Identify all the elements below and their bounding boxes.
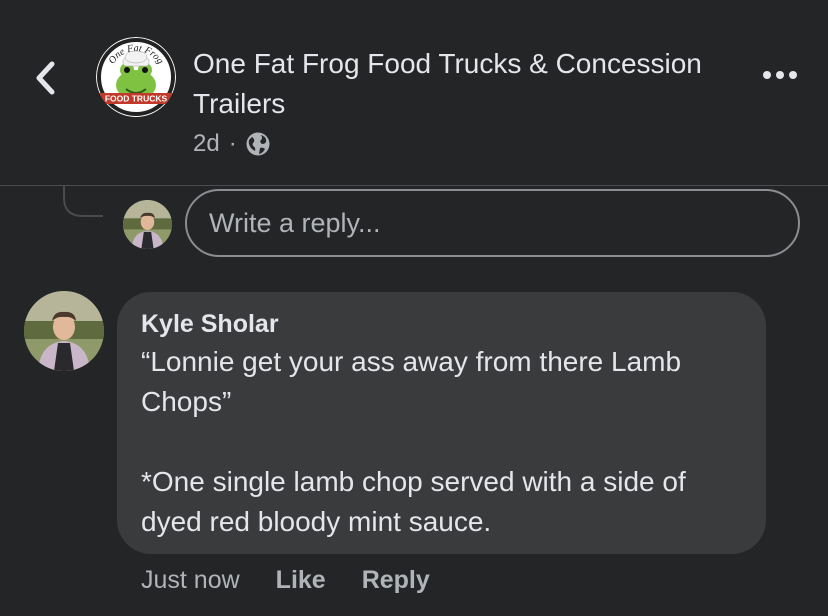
thread-connector-line (63, 186, 103, 217)
more-options-button[interactable] (760, 63, 800, 87)
meta-separator: · (228, 130, 237, 157)
header-divider (0, 185, 828, 186)
svg-text:FOOD TRUCKS: FOOD TRUCKS (105, 94, 168, 104)
reply-button[interactable]: Reply (362, 566, 430, 595)
comment-author[interactable]: Kyle Sholar (141, 309, 742, 339)
comment-actions: Just now Like Reply (141, 560, 430, 600)
post-meta: 2d · (193, 128, 271, 160)
globe-icon (246, 132, 270, 156)
comment-blank-line (141, 422, 742, 462)
reply-input-placeholder: Write a reply... (209, 207, 381, 238)
comment-line: “Lonnie get your ass away from there Lam… (141, 346, 682, 417)
back-button[interactable] (30, 58, 64, 98)
chevron-left-icon (36, 61, 55, 95)
profile-photo (123, 200, 172, 249)
commenter-avatar[interactable] (24, 291, 104, 371)
comment-bubble: Kyle Sholar “Lonnie get your ass away fr… (117, 292, 766, 554)
comment-line: *One single lamb chop served with a side… (141, 466, 686, 537)
like-button[interactable]: Like (276, 566, 326, 595)
current-user-avatar[interactable] (123, 200, 172, 249)
frog-logo: One Fat Frog FOOD TRUCKS (96, 37, 176, 117)
profile-photo (24, 291, 104, 371)
reply-input[interactable]: Write a reply... (185, 189, 800, 257)
comment-timestamp[interactable]: Just now (141, 566, 240, 595)
post-timestamp[interactable]: 2d (193, 130, 220, 158)
page-title[interactable]: One Fat Frog Food Trucks & Concession Tr… (193, 44, 713, 124)
page-avatar[interactable]: One Fat Frog FOOD TRUCKS (96, 37, 176, 117)
more-horizontal-icon (763, 71, 797, 79)
post-header: One Fat Frog FOOD TRUCKS One Fat Frog Fo… (0, 0, 828, 186)
comment-text: “Lonnie get your ass away from there Lam… (141, 342, 742, 542)
